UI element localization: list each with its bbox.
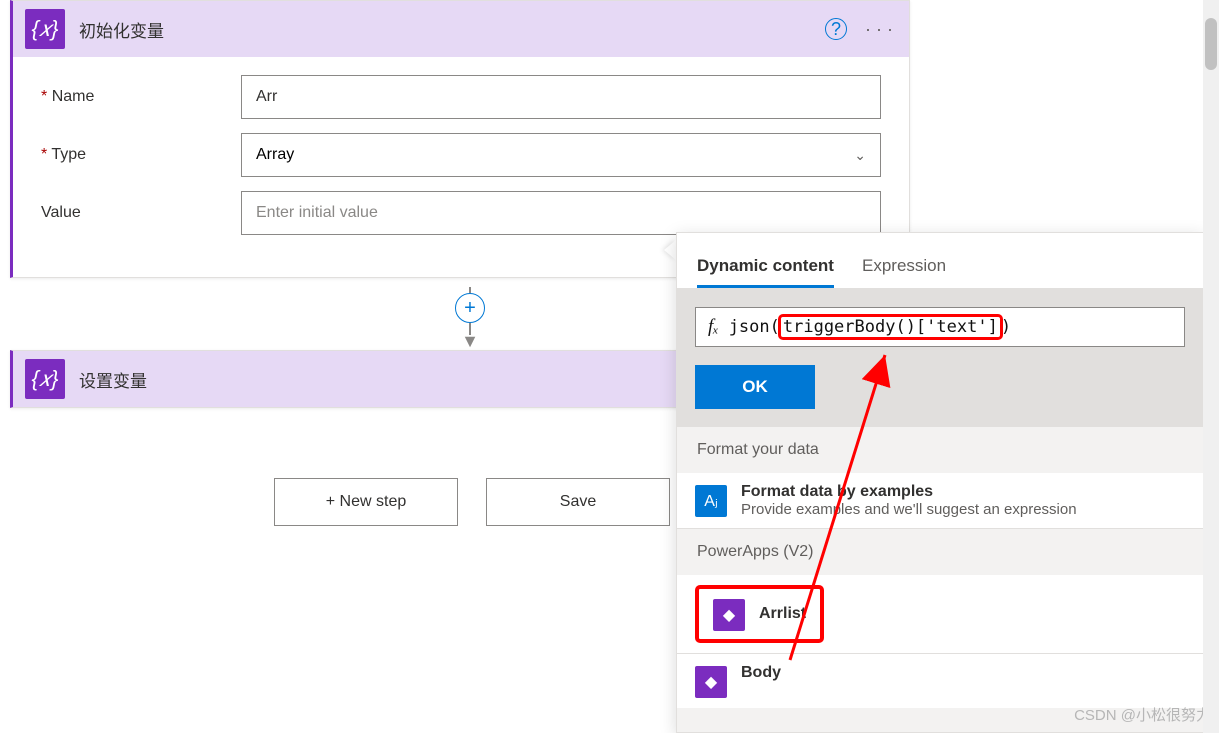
format-sub: Provide examples and we'll suggest an ex… xyxy=(741,501,1077,518)
variable-icon: {𝑥} xyxy=(25,359,65,399)
new-step-button[interactable]: + New step xyxy=(274,478,458,526)
item-body[interactable]: ◆ Body xyxy=(677,654,1203,708)
expr-highlight: triggerBody()['text'] xyxy=(778,314,1003,340)
help-icon[interactable]: ? xyxy=(825,18,847,40)
save-button[interactable]: Save xyxy=(486,478,670,526)
item-format-examples[interactable]: Aⱼ Format data by examples Provide examp… xyxy=(677,473,1203,529)
expression-row: fₓ json(triggerBody()['text']) xyxy=(677,289,1203,365)
insert-step: + ▼ xyxy=(440,287,500,352)
tab-expression[interactable]: Expression xyxy=(862,256,946,288)
body-label: Body xyxy=(741,664,781,682)
arrow-down-icon: ▼ xyxy=(461,331,479,352)
section-format-head: Format your data xyxy=(677,427,1203,473)
value-label: Value xyxy=(41,204,81,221)
watermark: CSDN @小松很努力 xyxy=(1074,704,1211,725)
dc-tabs: Dynamic content Expression xyxy=(677,233,1203,289)
row-type: * Type Array ⌄ xyxy=(41,133,881,177)
scrollbar-thumb[interactable] xyxy=(1205,18,1217,70)
card-header[interactable]: {𝑥} 初始化变量 ? · · · xyxy=(13,1,909,57)
chevron-down-icon: ⌄ xyxy=(854,147,866,164)
format-icon: Aⱼ xyxy=(695,485,727,517)
item-arrlist[interactable]: ◆ Arrlist xyxy=(695,585,824,643)
tab-dynamic-content[interactable]: Dynamic content xyxy=(697,256,834,288)
value-input[interactable] xyxy=(241,191,881,235)
format-title: Format data by examples xyxy=(741,483,1077,501)
item-arrlist-wrapper: ◆ Arrlist xyxy=(677,575,1203,654)
expression-input[interactable]: fₓ json(triggerBody()['text']) xyxy=(695,307,1185,347)
expr-prefix: json( xyxy=(729,317,780,337)
expr-suffix: ) xyxy=(1001,317,1011,337)
variable-icon: {𝑥} xyxy=(25,9,65,49)
type-select[interactable]: Array ⌄ xyxy=(241,133,881,177)
footer-buttons: + New step Save xyxy=(274,478,670,526)
row-value: Value xyxy=(41,191,881,235)
dynamic-content-panel: Dynamic content Expression fₓ json(trigg… xyxy=(676,232,1204,733)
powerapps-icon: ◆ xyxy=(695,666,727,698)
arrlist-label: Arrlist xyxy=(759,605,806,623)
row-name: * Name xyxy=(41,75,881,119)
panel-pointer xyxy=(664,240,676,260)
type-label: Type xyxy=(51,146,86,163)
scrollbar[interactable] xyxy=(1203,0,1219,733)
insert-step-button[interactable]: + xyxy=(455,293,485,323)
ok-button[interactable]: OK xyxy=(695,365,815,409)
more-icon[interactable]: · · · xyxy=(861,15,897,44)
fx-icon: fₓ xyxy=(708,316,719,338)
powerapps-icon: ◆ xyxy=(713,599,745,631)
name-label: Name xyxy=(52,88,95,105)
type-value: Array xyxy=(256,146,294,164)
section-powerapps-head: PowerApps (V2) xyxy=(677,529,1203,575)
card-title: 初始化变量 xyxy=(79,17,811,42)
name-input[interactable] xyxy=(241,75,881,119)
